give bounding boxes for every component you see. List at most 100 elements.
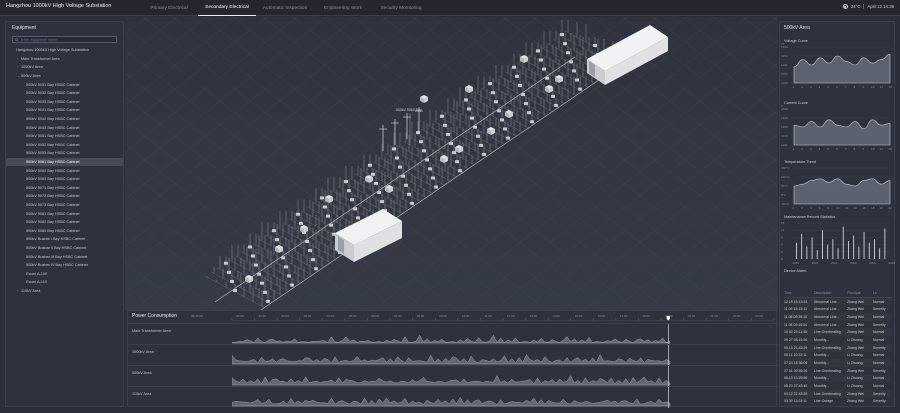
alarm-time: 11.09 15:13:13 (784, 307, 808, 312)
timeline-tick-label: 09:00 (439, 314, 447, 318)
y-tick-label: 3 (781, 250, 783, 254)
tree-item[interactable]: Hangzhou 1000kV High Voltage Substation (6, 46, 123, 55)
tab-engineering-work[interactable]: Engineering Work (314, 0, 372, 16)
alarm-description: Abnormal Line... (814, 307, 840, 312)
tree-item[interactable]: 500kV 5061 Bay HSBC Cabinet (6, 157, 123, 167)
tab-secondary-electrical[interactable]: Secondary Electrical (198, 0, 256, 16)
col-time: Time (784, 291, 792, 296)
alarm-level: Normal (873, 330, 885, 335)
x-tick-label: 1 (793, 147, 795, 151)
alarm-row[interactable]: 11.08 09:48:54 Abnormal Line... Zhang Wei S… (784, 321, 892, 329)
x-tick-label: 18 (871, 206, 875, 210)
bay-callout-label: 500kV 5063 Bay (396, 108, 422, 112)
tree-item[interactable]: 500kV 5051 Bay HSBC Cabinet (6, 132, 123, 141)
tree-item[interactable]: 500kV 5052 Bay HSBC Cabinet (6, 141, 123, 150)
tree-item[interactable]: › Main Transformer Area (6, 55, 123, 64)
tree-item[interactable]: 500kV 5041 Bay HSBC Cabinet (6, 106, 123, 115)
tree-item[interactable]: 500kV 5081 Bay HSBC Cabinet (6, 209, 123, 218)
alarm-row[interactable]: 11.08 09:39:18 Abnormal Line... Zhang Wei N… (784, 313, 892, 321)
x-tick-label: 10 (871, 85, 875, 89)
tab-security-monitoring[interactable]: Security Monitoring (372, 0, 430, 16)
alarm-row[interactable]: 04.12 21:43:29 Line Overheating Zhang Wei S… (784, 389, 892, 398)
tree-item[interactable]: 500kV 5031 Bay HSBC Cabinet (6, 80, 123, 89)
tree-item[interactable]: › 110kV Area (6, 287, 123, 296)
power-row[interactable]: 500kV Area (128, 365, 778, 387)
tree-item-label: 500kV 5082 Bay HSBC Cabinet (26, 220, 80, 225)
tree-item[interactable]: 500kV 5071 Bay HSBC Cabinet (6, 184, 123, 193)
alarm-row[interactable]: 10.02 23:11:45 Line Overheating Zhang Wei N… (784, 328, 892, 337)
x-tick-label: 11 (880, 147, 883, 151)
timeline-cursor-handle[interactable] (666, 316, 670, 321)
x-tick-label: 2019 (793, 261, 800, 265)
alarm-row[interactable]: 12.19 15:13:24 Abnormal Line... Zhang Wei N… (784, 297, 892, 306)
scene-canvas[interactable]: 500kV 5063 Bay (125, 17, 778, 310)
alarm-row[interactable]: 08.11 10:22:11 Monthly... Li Zhuang Normal (784, 352, 892, 360)
x-tick-label: 3 (810, 147, 812, 151)
tree-item-label: 500kV 5053 Bay HSBC Cabinet (26, 151, 80, 156)
tree-item[interactable]: 500kV 5073 Bay HSBC Cabinet (6, 201, 123, 210)
bar (884, 228, 886, 259)
y-tick-label: 1100 (781, 63, 788, 67)
tab-primary-electrical[interactable]: Primary Electrical (140, 0, 198, 16)
tree-item-label: 500kV 5042 Bay HSBC Cabinet (26, 117, 80, 122)
alarm-row[interactable]: 07.24 18:36:09 Monthly... Li Zhuang Normal (784, 359, 892, 367)
tree-item[interactable]: 500kV Busbar III Bay HSBC Cabinet (6, 252, 123, 261)
search-input[interactable] (20, 37, 116, 42)
y-tick-label: 0°C (781, 193, 787, 197)
timeline-tick-label: 14:00 (552, 314, 560, 318)
tab-automatic-inspection[interactable]: Automatic Inspection (256, 0, 314, 16)
tree-item[interactable]: 500kV 5083 Bay HSBC Cabinet (6, 226, 123, 235)
alarm-principal: Zhang Wei (847, 391, 864, 396)
tree-item[interactable]: 500kV 5072 Bay HSBC Cabinet (6, 192, 123, 201)
timeline-ruler[interactable]: 09:45:00 00:00 01:00 02:00 03:00 04:00 05:00 06… (128, 311, 778, 321)
tree-item[interactable]: 500kV 5032 Bay HSBC Cabinet (6, 89, 123, 98)
alarm-row[interactable]: 09.27 08:15:36 Monthly... Li Zhuang Normal (784, 336, 892, 344)
tree-item[interactable]: Room A-110 (6, 278, 123, 287)
x-tick-label: 7 (845, 147, 847, 151)
alarm-time: 09.27 08:15:36 (784, 337, 808, 342)
tree-item[interactable]: 500kV 5062 Bay HSBC Cabinet (6, 166, 123, 175)
tree-item[interactable]: › 1000kV Area (6, 63, 123, 72)
alarm-time: 09.13 21:43:29 (784, 345, 808, 350)
tree-item[interactable]: 500kV 5033 Bay HSBC Cabinet (6, 98, 123, 107)
tree-item[interactable]: 500kV 5063 Bay HSBC Cabinet (6, 175, 123, 184)
tree-item[interactable]: 500kV Busbar I Bay HSBC Cabinet (6, 235, 123, 244)
tree-item-label: 500kV Busbar IV Bay HSBC Cabinet (26, 263, 88, 268)
y-tick-label: 50°C (781, 184, 789, 188)
alarm-description: Abnormal Line... (814, 299, 840, 304)
bar (879, 248, 881, 259)
tree-item-label: 500kV Busbar III Bay HSBC Cabinet (26, 254, 88, 259)
area-series (793, 178, 891, 205)
tree-item[interactable]: ⌄ 500kV Area (6, 72, 123, 81)
tree-item[interactable]: Room A-100 (6, 269, 123, 278)
y-tick-label: 1150 (781, 54, 788, 58)
power-row[interactable]: 1000kV Area (128, 344, 778, 366)
tree-item-label: 500kV 5062 Bay HSBC Cabinet (26, 168, 80, 173)
tree-item[interactable]: 500kV 5053 Bay HSBC Cabinet (6, 149, 123, 158)
tree-item[interactable]: 500kV Busbar II Bay HSBC Cabinet (6, 244, 123, 253)
alarm-row[interactable]: 07.01 09:55:26 Line Overheating Zhang Wei S… (784, 367, 892, 375)
tree-item[interactable]: 500kV Busbar IV Bay HSBC Cabinet (6, 261, 123, 270)
power-row[interactable]: Main Transformer Area (128, 323, 778, 345)
bar (837, 248, 839, 259)
alarm-level: Normal (873, 353, 885, 358)
timeline-tick-label: 03:00 (304, 314, 312, 318)
divider (863, 4, 865, 9)
alarm-row[interactable]: 05.20 07:43:45 Monthly... Li Zhuang Normal (784, 382, 892, 390)
tree-item[interactable]: 500kV 5082 Bay HSBC Cabinet (6, 218, 123, 227)
alarm-row[interactable]: 11.09 15:13:13 Abnormal Line... Zhang Wei S… (784, 305, 892, 313)
power-row[interactable]: 110kV Area (128, 386, 778, 408)
tree-item[interactable]: 500kV 5043 Bay HSBC Cabinet (6, 123, 123, 132)
power-row-label: 110kV Area (132, 392, 152, 396)
timeline-tick-label: 04:00 (326, 314, 334, 318)
tree-item[interactable]: 500kV 5042 Bay HSBC Cabinet (6, 115, 123, 124)
alarm-row[interactable]: 06.13 13:29:59 Monthly... Li Zhuang Normal (784, 374, 892, 383)
alarm-row[interactable]: 03.30 11:03:11 Line Outage Zhang Wei Severi… (784, 398, 892, 406)
bar (868, 242, 870, 259)
alarm-row[interactable]: 09.13 21:43:29 Line Overheating Zhang Wei S… (784, 343, 892, 352)
x-tick-label: 4 (819, 85, 821, 89)
x-tick-label: 5 (827, 85, 829, 89)
temperature-plot: 150°C 100°C 50°C 0°C -50°C0 2 4 6 8 10 12 14 16 18 20 2… (781, 166, 892, 210)
substation-3d-view[interactable]: 500kV 5063 Bay (125, 17, 778, 310)
x-tick-label: 12 (889, 85, 893, 89)
